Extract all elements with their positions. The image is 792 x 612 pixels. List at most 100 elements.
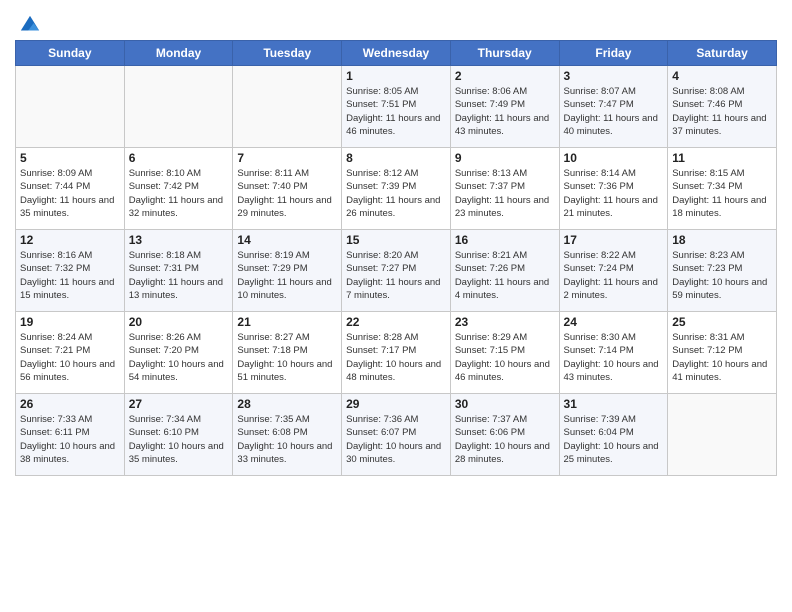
day-cell: 8 Sunrise: 8:12 AMSunset: 7:39 PMDaylight… (342, 148, 451, 230)
day-info: Sunrise: 8:18 AMSunset: 7:31 PMDaylight:… (129, 249, 229, 302)
day-number: 10 (564, 151, 664, 165)
day-number: 15 (346, 233, 446, 247)
week-row-1: 1Sunrise: 8:05 AMSunset: 7:51 PMDaylight… (16, 66, 777, 148)
day-cell: 28 Sunrise: 7:35 AMSunset: 6:08 PMDayligh… (233, 394, 342, 476)
day-cell: 12 Sunrise: 8:16 AMSunset: 7:32 PMDayligh… (16, 230, 125, 312)
day-cell: 6 Sunrise: 8:10 AMSunset: 7:42 PMDaylight… (124, 148, 233, 230)
day-cell (124, 66, 233, 148)
day-number: 14 (237, 233, 337, 247)
day-number: 1 (346, 69, 446, 83)
header-cell-friday: Friday (559, 41, 668, 66)
week-row-4: 19 Sunrise: 8:24 AMSunset: 7:21 PMDayligh… (16, 312, 777, 394)
day-cell: 4 Sunrise: 8:08 AMSunset: 7:46 PMDaylight… (668, 66, 777, 148)
day-cell: 29 Sunrise: 7:36 AMSunset: 6:07 PMDayligh… (342, 394, 451, 476)
day-info: Sunrise: 7:34 AMSunset: 6:10 PMDaylight:… (129, 413, 229, 466)
day-info: Sunrise: 8:28 AMSunset: 7:17 PMDaylight:… (346, 331, 446, 384)
day-info: Sunrise: 8:16 AMSunset: 7:32 PMDaylight:… (20, 249, 120, 302)
day-cell: 19 Sunrise: 8:24 AMSunset: 7:21 PMDayligh… (16, 312, 125, 394)
logo (15, 14, 41, 34)
header-cell-thursday: Thursday (450, 41, 559, 66)
header-cell-tuesday: Tuesday (233, 41, 342, 66)
day-cell (668, 394, 777, 476)
day-info: Sunrise: 8:27 AMSunset: 7:18 PMDaylight:… (237, 331, 337, 384)
day-cell: 1Sunrise: 8:05 AMSunset: 7:51 PMDaylight… (342, 66, 451, 148)
calendar-body: 1Sunrise: 8:05 AMSunset: 7:51 PMDaylight… (16, 66, 777, 476)
header-cell-saturday: Saturday (668, 41, 777, 66)
day-info: Sunrise: 7:33 AMSunset: 6:11 PMDaylight:… (20, 413, 120, 466)
day-info: Sunrise: 7:37 AMSunset: 6:06 PMDaylight:… (455, 413, 555, 466)
day-number: 13 (129, 233, 229, 247)
day-number: 11 (672, 151, 772, 165)
day-cell (233, 66, 342, 148)
day-info: Sunrise: 8:30 AMSunset: 7:14 PMDaylight:… (564, 331, 664, 384)
day-info: Sunrise: 8:31 AMSunset: 7:12 PMDaylight:… (672, 331, 772, 384)
day-info: Sunrise: 8:15 AMSunset: 7:34 PMDaylight:… (672, 167, 772, 220)
day-number: 21 (237, 315, 337, 329)
day-cell: 13 Sunrise: 8:18 AMSunset: 7:31 PMDayligh… (124, 230, 233, 312)
day-cell: 15 Sunrise: 8:20 AMSunset: 7:27 PMDayligh… (342, 230, 451, 312)
day-number: 4 (672, 69, 772, 83)
calendar-table: SundayMondayTuesdayWednesdayThursdayFrid… (15, 40, 777, 476)
day-number: 25 (672, 315, 772, 329)
day-cell: 24 Sunrise: 8:30 AMSunset: 7:14 PMDayligh… (559, 312, 668, 394)
header-row: SundayMondayTuesdayWednesdayThursdayFrid… (16, 41, 777, 66)
day-info: Sunrise: 8:06 AMSunset: 7:49 PMDaylight:… (455, 85, 555, 138)
day-cell: 11 Sunrise: 8:15 AMSunset: 7:34 PMDayligh… (668, 148, 777, 230)
day-number: 8 (346, 151, 446, 165)
day-cell: 17Sunrise: 8:22 AMSunset: 7:24 PMDayligh… (559, 230, 668, 312)
day-number: 2 (455, 69, 555, 83)
day-number: 31 (564, 397, 664, 411)
header-cell-wednesday: Wednesday (342, 41, 451, 66)
day-info: Sunrise: 8:11 AMSunset: 7:40 PMDaylight:… (237, 167, 337, 220)
day-cell: 16 Sunrise: 8:21 AMSunset: 7:26 PMDayligh… (450, 230, 559, 312)
day-number: 26 (20, 397, 120, 411)
day-info: Sunrise: 8:08 AMSunset: 7:46 PMDaylight:… (672, 85, 772, 138)
day-info: Sunrise: 8:07 AMSunset: 7:47 PMDaylight:… (564, 85, 664, 138)
day-number: 28 (237, 397, 337, 411)
day-info: Sunrise: 8:12 AMSunset: 7:39 PMDaylight:… (346, 167, 446, 220)
day-number: 24 (564, 315, 664, 329)
header-cell-sunday: Sunday (16, 41, 125, 66)
day-info: Sunrise: 8:20 AMSunset: 7:27 PMDaylight:… (346, 249, 446, 302)
day-number: 7 (237, 151, 337, 165)
day-info: Sunrise: 7:36 AMSunset: 6:07 PMDaylight:… (346, 413, 446, 466)
calendar-header: SundayMondayTuesdayWednesdayThursdayFrid… (16, 41, 777, 66)
day-info: Sunrise: 8:26 AMSunset: 7:20 PMDaylight:… (129, 331, 229, 384)
day-number: 16 (455, 233, 555, 247)
day-cell: 31 Sunrise: 7:39 AMSunset: 6:04 PMDayligh… (559, 394, 668, 476)
day-cell: 23 Sunrise: 8:29 AMSunset: 7:15 PMDayligh… (450, 312, 559, 394)
day-number: 20 (129, 315, 229, 329)
day-number: 30 (455, 397, 555, 411)
day-info: Sunrise: 8:19 AMSunset: 7:29 PMDaylight:… (237, 249, 337, 302)
day-cell: 30 Sunrise: 7:37 AMSunset: 6:06 PMDayligh… (450, 394, 559, 476)
day-number: 22 (346, 315, 446, 329)
day-info: Sunrise: 8:14 AMSunset: 7:36 PMDaylight:… (564, 167, 664, 220)
day-number: 29 (346, 397, 446, 411)
day-number: 12 (20, 233, 120, 247)
day-cell: 9Sunrise: 8:13 AMSunset: 7:37 PMDaylight… (450, 148, 559, 230)
day-cell: 5Sunrise: 8:09 AMSunset: 7:44 PMDaylight… (16, 148, 125, 230)
day-number: 9 (455, 151, 555, 165)
day-number: 23 (455, 315, 555, 329)
day-info: Sunrise: 8:21 AMSunset: 7:26 PMDaylight:… (455, 249, 555, 302)
day-info: Sunrise: 8:10 AMSunset: 7:42 PMDaylight:… (129, 167, 229, 220)
day-number: 3 (564, 69, 664, 83)
day-number: 18 (672, 233, 772, 247)
week-row-3: 12 Sunrise: 8:16 AMSunset: 7:32 PMDayligh… (16, 230, 777, 312)
day-info: Sunrise: 8:22 AMSunset: 7:24 PMDaylight:… (564, 249, 664, 302)
day-info: Sunrise: 8:23 AMSunset: 7:23 PMDaylight:… (672, 249, 772, 302)
page-header (15, 10, 777, 34)
day-info: Sunrise: 7:35 AMSunset: 6:08 PMDaylight:… (237, 413, 337, 466)
day-cell: 7 Sunrise: 8:11 AMSunset: 7:40 PMDaylight… (233, 148, 342, 230)
day-cell (16, 66, 125, 148)
day-info: Sunrise: 7:39 AMSunset: 6:04 PMDaylight:… (564, 413, 664, 466)
day-cell: 10 Sunrise: 8:14 AMSunset: 7:36 PMDayligh… (559, 148, 668, 230)
day-info: Sunrise: 8:29 AMSunset: 7:15 PMDaylight:… (455, 331, 555, 384)
day-number: 5 (20, 151, 120, 165)
day-cell: 3 Sunrise: 8:07 AMSunset: 7:47 PMDaylight… (559, 66, 668, 148)
day-info: Sunrise: 8:24 AMSunset: 7:21 PMDaylight:… (20, 331, 120, 384)
day-cell: 25 Sunrise: 8:31 AMSunset: 7:12 PMDayligh… (668, 312, 777, 394)
day-number: 6 (129, 151, 229, 165)
day-number: 27 (129, 397, 229, 411)
day-number: 19 (20, 315, 120, 329)
